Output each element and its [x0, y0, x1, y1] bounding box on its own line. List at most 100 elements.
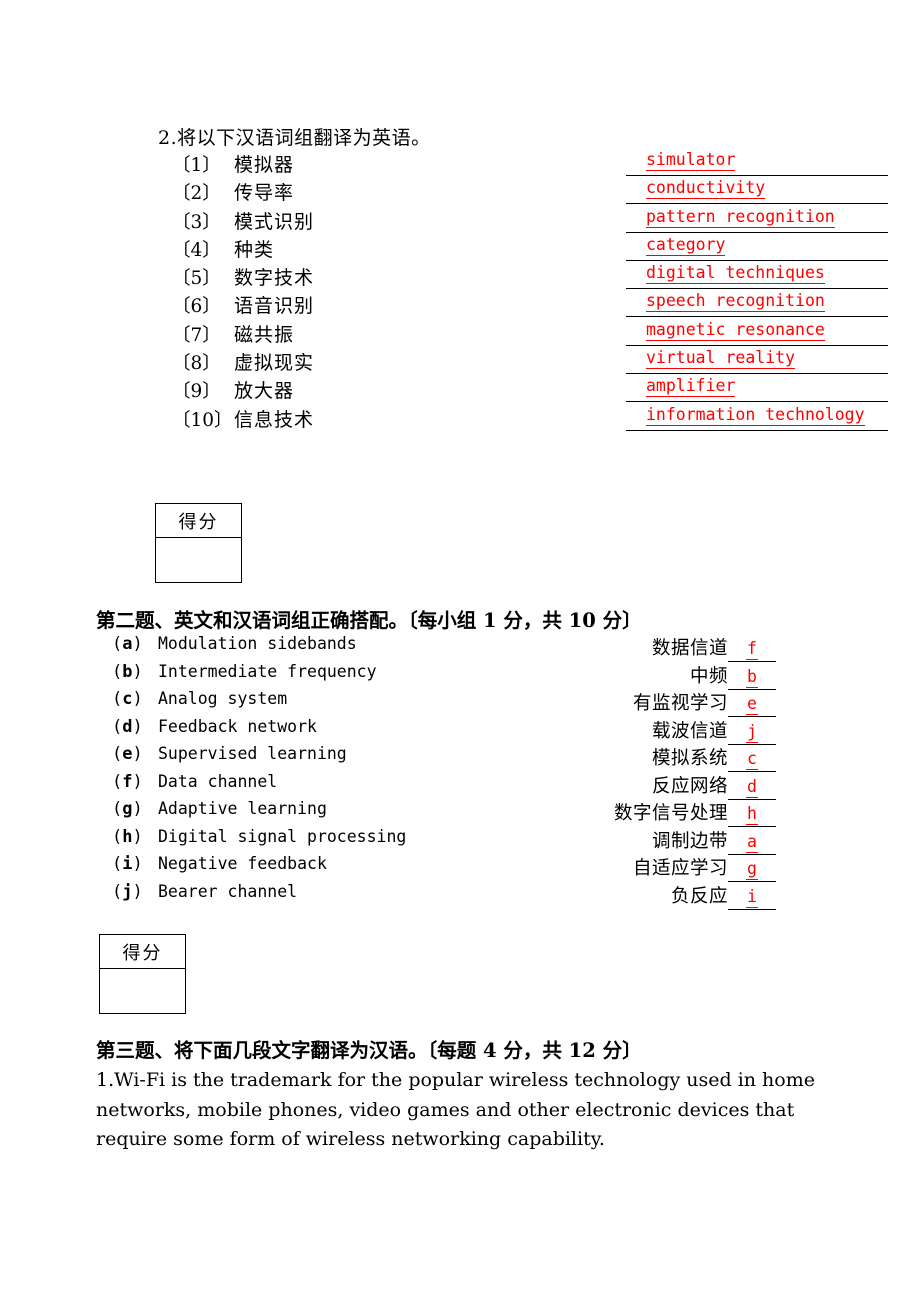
matching-row-english: Digital signal processing: [158, 826, 407, 846]
matching-answer-blank[interactable]: d: [728, 776, 776, 800]
translation-row-number: 〔5〕: [172, 268, 221, 290]
translation-answer-text[interactable]: speech recognition: [646, 291, 825, 313]
matching-row-english: Modulation sidebands: [158, 634, 357, 653]
matching-answer-blank[interactable]: c: [728, 749, 776, 772]
matching-row-letter-text: e: [122, 744, 133, 764]
translation-answer-text[interactable]: information technology: [646, 404, 865, 426]
translation-answer-text[interactable]: conductivity: [646, 178, 766, 200]
translation-answer-text[interactable]: digital techniques: [646, 263, 825, 285]
matching-row: (j) Bearer channel 负反应 i: [96, 882, 776, 910]
translation-answer-blank[interactable]: virtual reality: [626, 348, 888, 375]
matching-answer-text[interactable]: g: [746, 859, 758, 880]
matching-row: (d) Feedback network 载波信道 j: [96, 717, 776, 745]
translation-answer-text[interactable]: virtual reality: [646, 348, 796, 370]
matching-answer-text[interactable]: h: [746, 804, 758, 825]
matching-row-chinese: 中频: [689, 665, 728, 687]
translation-row-number: 〔4〕: [172, 239, 221, 261]
matching-row-right: 载波信道 j: [446, 717, 776, 745]
matching-answer-blank[interactable]: g: [728, 859, 776, 882]
matching-answer-text[interactable]: f: [746, 639, 758, 660]
matching-answer-text[interactable]: a: [746, 831, 758, 853]
translation-row: 〔7〕 磁共振 magnetic resonance: [172, 319, 888, 348]
translation-answer-blank[interactable]: category: [626, 234, 888, 261]
translation-row: 〔9〕 放大器 amplifier: [172, 376, 888, 404]
translation-row-number: 〔3〕: [172, 211, 221, 233]
matching-row-english: Supervised learning: [158, 744, 347, 763]
translation-row: 〔8〕 虚拟现实 virtual reality: [172, 348, 888, 376]
translation-row-chinese: 数字技术: [234, 267, 315, 290]
matching-list: (a) Modulation sidebands 数据信道 f (b) Intermedi…: [96, 634, 776, 910]
translation-answer-blank[interactable]: conductivity: [626, 178, 888, 205]
matching-row-english: Bearer channel: [158, 881, 298, 901]
matching-answer-blank[interactable]: h: [728, 804, 776, 827]
translation-answer-text[interactable]: amplifier: [646, 376, 736, 398]
translation-row: 〔2〕 传导率 conductivity: [172, 178, 888, 206]
translation-row-number: 〔6〕: [172, 296, 221, 318]
section-translate-to-english: 2.将以下汉语词组翻译为英语。 〔1〕 模拟器 simulator 〔2〕 传导率 con…: [158, 126, 888, 433]
translation-row: 〔5〕 数字技术 digital techniques: [172, 263, 888, 291]
matching-answer-blank[interactable]: j: [728, 721, 776, 745]
matching-row-right: 中频 b: [446, 662, 776, 690]
translation-row-chinese: 放大器: [234, 380, 295, 403]
score-box-section3[interactable]: 得分: [99, 934, 186, 1014]
translation-list: 〔1〕 模拟器 simulator 〔2〕 传导率 conductivity 〔3〕 模式识别…: [158, 150, 888, 433]
translation-row-chinese: 虚拟现实: [234, 352, 315, 375]
translation-answer-text[interactable]: simulator: [646, 150, 736, 171]
translation-answer-text[interactable]: pattern recognition: [646, 206, 835, 228]
matching-row-letter: (b): [112, 661, 143, 682]
translation-row: 〔4〕 种类 category: [172, 234, 888, 263]
score-box-value[interactable]: [156, 538, 241, 582]
matching-row: (g) Adaptive learning 数字信号处理 h: [96, 799, 776, 827]
matching-row-right: 反应网络 d: [446, 772, 776, 800]
matching-row-chinese: 反应网络: [651, 775, 728, 797]
matching-row-letter-text: b: [122, 661, 133, 682]
matching-row-english: Adaptive learning: [158, 799, 327, 818]
matching-row-letter: (j): [112, 881, 143, 902]
translation-row-number: 〔1〕: [172, 155, 221, 176]
translation-answer-blank[interactable]: magnetic resonance: [626, 319, 888, 346]
translation-row-number: 〔9〕: [172, 381, 221, 403]
matching-answer-text[interactable]: e: [746, 694, 758, 715]
matching-answer-text[interactable]: d: [746, 776, 758, 798]
matching-row-letter-text: f: [122, 771, 133, 792]
matching-answer-blank[interactable]: a: [728, 831, 776, 855]
matching-row-letter-text: h: [122, 826, 133, 847]
exam-page: 2.将以下汉语词组翻译为英语。 〔1〕 模拟器 simulator 〔2〕 传导率 con…: [0, 0, 920, 1300]
matching-answer-text[interactable]: j: [746, 721, 758, 743]
translation-row: 〔10〕 信息技术 information technology: [172, 404, 888, 433]
matching-row-right: 数字信号处理 h: [446, 799, 776, 827]
translation-answer-blank[interactable]: information technology: [626, 404, 888, 431]
matching-answer-blank[interactable]: b: [728, 666, 776, 690]
matching-row-letter: (a): [112, 634, 143, 654]
matching-answer-blank[interactable]: i: [728, 886, 776, 910]
matching-row-letter-text: i: [122, 854, 133, 874]
matching-row: (e) Supervised learning 模拟系统 c: [96, 744, 776, 772]
matching-row-letter: (g): [112, 799, 143, 819]
matching-answer-text[interactable]: c: [746, 749, 758, 770]
translation-answer-blank[interactable]: amplifier: [626, 376, 888, 403]
score-box-value[interactable]: [100, 969, 185, 1013]
matching-answer-text[interactable]: i: [746, 886, 758, 908]
score-box-section2[interactable]: 得分: [155, 503, 242, 583]
translation-answer-blank[interactable]: digital techniques: [626, 263, 888, 290]
matching-answer-blank[interactable]: f: [728, 639, 776, 662]
translation-answer-text[interactable]: category: [646, 234, 726, 256]
translation-row-chinese: 磁共振: [234, 323, 295, 346]
translation-row: 〔6〕 语音识别 speech recognition: [172, 291, 888, 319]
matching-row-right: 负反应 i: [446, 882, 776, 910]
matching-row-chinese: 载波信道: [651, 720, 728, 742]
matching-row-letter: (f): [112, 771, 143, 792]
translation-answer-blank[interactable]: simulator: [626, 150, 888, 176]
matching-row: (f) Data channel 反应网络 d: [96, 772, 776, 800]
translation-row-number: 〔8〕: [172, 353, 221, 375]
matching-row: (c) Analog system 有监视学习 e: [96, 689, 776, 717]
translation-answer-blank[interactable]: pattern recognition: [626, 206, 888, 233]
matching-answer-blank[interactable]: e: [728, 694, 776, 717]
matching-row-right: 调制边带 a: [446, 827, 776, 855]
matching-row-chinese: 负反应: [670, 885, 728, 907]
translation-row: 〔1〕 模拟器 simulator: [172, 150, 888, 178]
translation-row-chinese: 语音识别: [234, 295, 315, 318]
translation-answer-blank[interactable]: speech recognition: [626, 291, 888, 318]
translation-answer-text[interactable]: magnetic resonance: [646, 319, 825, 341]
matching-answer-text[interactable]: b: [746, 666, 758, 688]
